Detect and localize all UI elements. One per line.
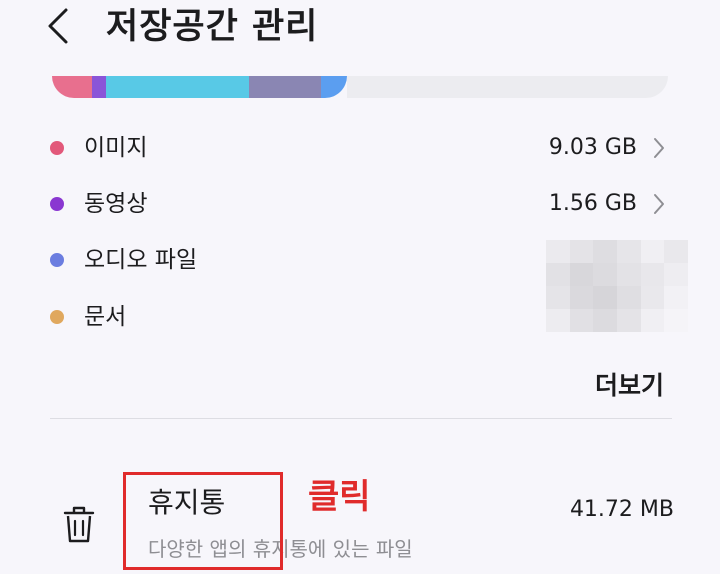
storage-usage-bar: [52, 76, 668, 98]
page-title: 저장공간 관리: [106, 7, 319, 47]
trash-title: 휴지통: [148, 486, 226, 519]
category-dot: [50, 141, 64, 155]
click-annotation: 클릭: [308, 477, 371, 517]
category-size: 9.03 GB: [548, 135, 637, 160]
chevron-right-icon: [654, 138, 664, 158]
category-dot: [50, 197, 64, 211]
category-dot: [50, 310, 64, 324]
category-row-images[interactable]: 이미지 9.03 GB: [0, 128, 720, 168]
bar-segment-images: [52, 76, 92, 98]
category-label: 동영상: [84, 191, 148, 217]
chevron-right-icon: [654, 194, 664, 214]
category-dot: [50, 253, 64, 267]
back-button[interactable]: [40, 6, 80, 46]
bar-segment-documents: [249, 76, 321, 98]
bar-segment-free: [347, 76, 668, 98]
trash-icon: [63, 506, 95, 543]
category-label: 오디오 파일: [84, 247, 198, 273]
category-label: 문서: [84, 304, 127, 330]
category-row-videos[interactable]: 동영상 1.56 GB: [0, 184, 720, 224]
trash-subtitle: 다양한 앱의 휴지통에 있는 파일: [148, 537, 413, 561]
bar-segment-audio: [106, 76, 249, 98]
category-size: 1.56 GB: [548, 191, 637, 216]
trash-size: 41.72 MB: [569, 497, 674, 522]
bar-segment-other: [321, 76, 347, 98]
more-button[interactable]: 더보기: [595, 368, 664, 404]
chevron-left-icon: [48, 8, 68, 44]
bar-segment-videos: [92, 76, 106, 98]
divider: [50, 418, 672, 419]
category-label: 이미지: [84, 135, 148, 161]
blurred-region: [546, 240, 688, 332]
header: 저장공간 관리: [0, 0, 720, 60]
